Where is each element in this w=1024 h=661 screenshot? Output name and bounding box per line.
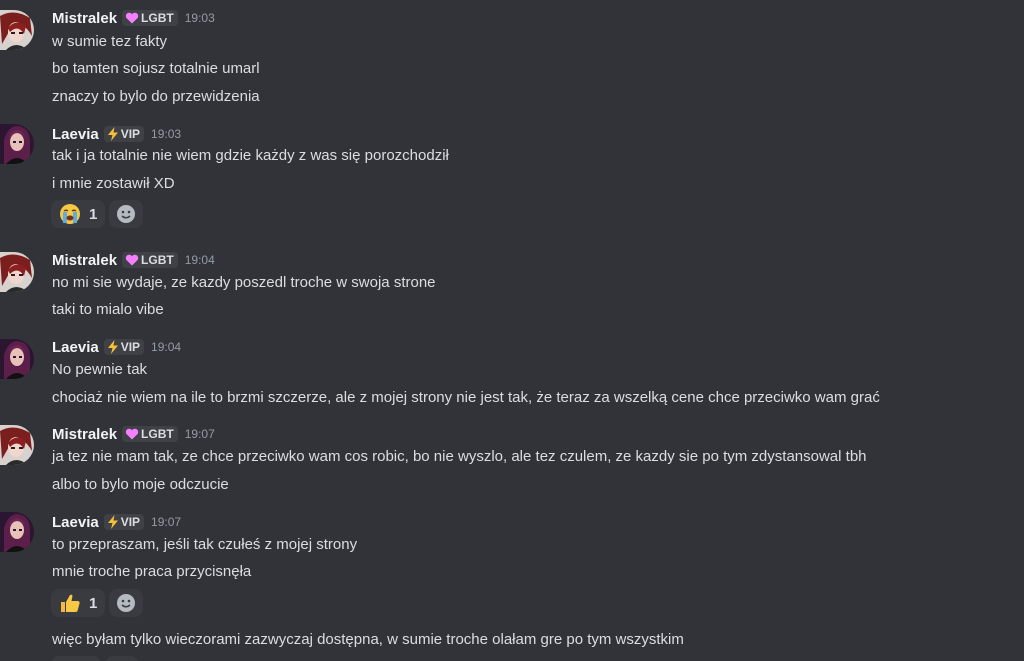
- smiley-face-icon: [117, 594, 136, 612]
- add-reaction-button[interactable]: [105, 656, 139, 661]
- reaction-bar: [51, 656, 139, 661]
- timestamp[interactable]: 19:03: [151, 127, 181, 141]
- message-header: Mistralek LGBT 19:07: [52, 424, 215, 444]
- username[interactable]: Laevia: [52, 514, 99, 531]
- role-tag-label: VIP: [120, 515, 141, 529]
- role-tag-label: LGBT: [141, 11, 174, 25]
- message-text: i mnie zostawił XD: [52, 175, 175, 192]
- username[interactable]: Mistralek: [52, 10, 117, 27]
- role-tag-label: LGBT: [141, 427, 174, 441]
- loudly-crying-face-icon: [60, 204, 80, 224]
- reaction-pill[interactable]: [51, 656, 101, 661]
- message-text: chociaż nie wiem na ile to brzmi szczerz…: [52, 389, 880, 406]
- message-text: albo to bylo moje odczucie: [52, 476, 229, 493]
- avatar-mistralek[interactable]: [0, 425, 34, 465]
- timestamp[interactable]: 19:07: [185, 427, 215, 441]
- smiley-face-icon: [117, 205, 136, 223]
- pink-heart-icon: [125, 12, 139, 24]
- avatar-mistralek[interactable]: [0, 252, 34, 292]
- chat-message-list: Mistralek LGBT 19:03 w sumie tez fakty b…: [0, 0, 1024, 661]
- avatar-laevia[interactable]: [0, 339, 34, 379]
- reaction-bar: 1: [51, 200, 144, 228]
- message-text: znaczy to bylo do przewidzenia: [52, 88, 260, 105]
- avatar-laevia[interactable]: [0, 124, 34, 164]
- message-header: Laevia VIP 19:03: [52, 124, 181, 144]
- username[interactable]: Laevia: [52, 126, 99, 143]
- role-tag[interactable]: LGBT: [122, 426, 178, 442]
- role-tag-label: VIP: [120, 127, 141, 141]
- role-tag[interactable]: VIP: [103, 126, 145, 142]
- role-tag[interactable]: LGBT: [122, 10, 178, 26]
- role-tag[interactable]: VIP: [103, 339, 145, 355]
- username[interactable]: Mistralek: [52, 426, 117, 443]
- reaction-count: 1: [89, 205, 98, 223]
- thumbs-up-icon: [61, 594, 80, 612]
- username[interactable]: Laevia: [52, 339, 99, 356]
- role-tag[interactable]: LGBT: [122, 252, 178, 268]
- message-text: No pewnie tak: [52, 361, 148, 378]
- reaction-pill[interactable]: 1: [51, 589, 106, 617]
- message-header: Laevia VIP 19:07: [52, 512, 181, 532]
- add-reaction-button[interactable]: [109, 589, 144, 617]
- message-text: mnie troche praca przycisnęła: [52, 563, 252, 580]
- message-header: Mistralek LGBT 19:03: [52, 8, 215, 28]
- timestamp[interactable]: 19:04: [151, 340, 181, 354]
- message-text: tak i ja totalnie nie wiem gdzie każdy z…: [52, 147, 449, 164]
- timestamp[interactable]: 19:07: [151, 515, 181, 529]
- pink-heart-icon: [125, 254, 139, 266]
- lightning-icon: [107, 127, 118, 141]
- message-text: w sumie tez fakty: [52, 33, 168, 50]
- message-header: Mistralek LGBT 19:04: [52, 250, 215, 270]
- add-reaction-button[interactable]: [109, 200, 144, 228]
- pink-heart-icon: [125, 428, 139, 440]
- message-text: ja tez nie mam tak, ze chce przeciwko wa…: [52, 448, 867, 465]
- role-tag-label: VIP: [120, 340, 141, 354]
- reaction-pill[interactable]: 1: [51, 200, 106, 228]
- timestamp[interactable]: 19:03: [185, 11, 215, 25]
- message-text: no mi sie wydaje, ze kazdy poszedl troch…: [52, 274, 436, 291]
- role-tag-label: LGBT: [141, 253, 174, 267]
- message-header: Laevia VIP 19:04: [52, 337, 181, 357]
- timestamp[interactable]: 19:04: [185, 253, 215, 267]
- lightning-icon: [107, 340, 118, 354]
- message-text: bo tamten sojusz totalnie umarl: [52, 60, 260, 77]
- message-text: więc byłam tylko wieczorami zazwyczaj do…: [52, 631, 684, 648]
- role-tag[interactable]: VIP: [103, 514, 145, 530]
- reaction-count: 1: [89, 594, 98, 612]
- avatar-mistralek[interactable]: [0, 10, 34, 50]
- message-text: to przepraszam, jeśli tak czułeś z mojej…: [52, 536, 358, 553]
- avatar-laevia[interactable]: [0, 512, 34, 552]
- username[interactable]: Mistralek: [52, 252, 117, 269]
- message-text: taki to mialo vibe: [52, 301, 164, 318]
- lightning-icon: [107, 515, 118, 529]
- reaction-bar: 1: [51, 589, 144, 617]
